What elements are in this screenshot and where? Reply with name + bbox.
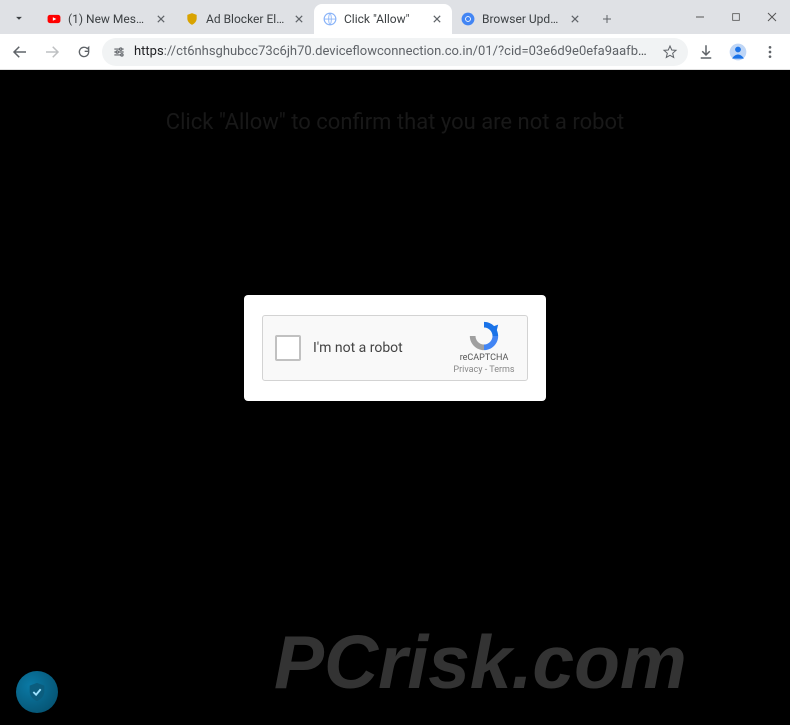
arrow-left-icon [11,43,29,61]
back-button[interactable] [6,38,34,66]
menu-button[interactable] [756,38,784,66]
tab-search-button[interactable] [6,5,32,31]
recaptcha-icon [467,319,501,353]
tab-ad-blocker[interactable]: Ad Blocker Elite [176,4,314,34]
recaptcha-privacy-link[interactable]: Privacy [453,365,482,375]
recaptcha-widget: I'm not a robot reCAPTCHA Privacy - Term… [262,315,528,381]
chevron-down-icon [12,11,26,25]
titlebar: (1) New Message! Ad Blocker Elite Click … [0,0,790,34]
download-icon [697,43,715,61]
avatar-icon [728,42,748,62]
tune-icon [112,45,126,59]
tab-close-button[interactable] [568,12,582,26]
address-bar[interactable]: https://ct6nhsghubcc73c6jh70.deviceflowc… [102,38,688,66]
globe-icon [322,11,338,27]
tab-title: Ad Blocker Elite [206,12,286,26]
close-icon [766,11,778,23]
toolbar: https://ct6nhsghubcc73c6jh70.deviceflowc… [0,34,790,70]
tab-close-button[interactable] [154,12,168,26]
captcha-container: I'm not a robot reCAPTCHA Privacy - Term… [244,295,546,401]
more-vertical-icon [762,44,778,60]
tab-close-button[interactable] [430,12,444,26]
star-icon [662,44,678,60]
shield-icon [26,681,48,703]
shield-icon [184,11,200,27]
tab-browser-update[interactable]: Browser Update [452,4,590,34]
new-tab-button[interactable] [594,6,620,32]
tab-new-message[interactable]: (1) New Message! [38,4,176,34]
close-icon [295,15,303,23]
arrow-right-icon [43,43,61,61]
chrome-icon [460,11,476,27]
close-window-button[interactable] [754,2,790,32]
recaptcha-label: I'm not a robot [313,340,453,356]
minimize-button[interactable] [682,2,718,32]
close-icon [433,15,441,23]
recaptcha-brand: reCAPTCHA Privacy - Terms [453,319,515,376]
page-content: Click "Allow" to confirm that you are no… [0,70,790,725]
maximize-button[interactable] [718,2,754,32]
profile-button[interactable] [724,38,752,66]
minimize-icon [694,11,706,23]
tab-close-button[interactable] [292,12,306,26]
extension-badge[interactable] [16,671,58,713]
downloads-button[interactable] [692,38,720,66]
window-controls [682,0,790,34]
tab-title: (1) New Message! [68,12,148,26]
bookmark-button[interactable] [662,44,678,60]
close-icon [571,15,579,23]
recaptcha-terms-link[interactable]: Terms [489,365,514,375]
page-heading: Click "Allow" to confirm that you are no… [166,110,624,135]
svg-text:PCrisk.com: PCrisk.com [274,620,687,704]
reload-button[interactable] [70,38,98,66]
tab-strip: (1) New Message! Ad Blocker Elite Click … [38,0,682,34]
recaptcha-brand-text: reCAPTCHA [460,353,509,365]
watermark: PCrisk.com [274,609,774,715]
captcha-card: I'm not a robot reCAPTCHA Privacy - Term… [244,295,546,401]
tab-click-allow[interactable]: Click "Allow" [314,4,452,34]
site-info-button[interactable] [112,45,126,59]
tab-title: Click "Allow" [344,12,424,26]
recaptcha-links: Privacy - Terms [453,365,514,377]
plus-icon [601,13,613,25]
recaptcha-checkbox[interactable] [275,335,301,361]
close-icon [157,15,165,23]
reload-icon [76,44,92,60]
maximize-icon [731,12,741,22]
youtube-icon [46,11,62,27]
url-text: https://ct6nhsghubcc73c6jh70.deviceflowc… [134,44,654,59]
forward-button[interactable] [38,38,66,66]
tab-title: Browser Update [482,12,562,26]
